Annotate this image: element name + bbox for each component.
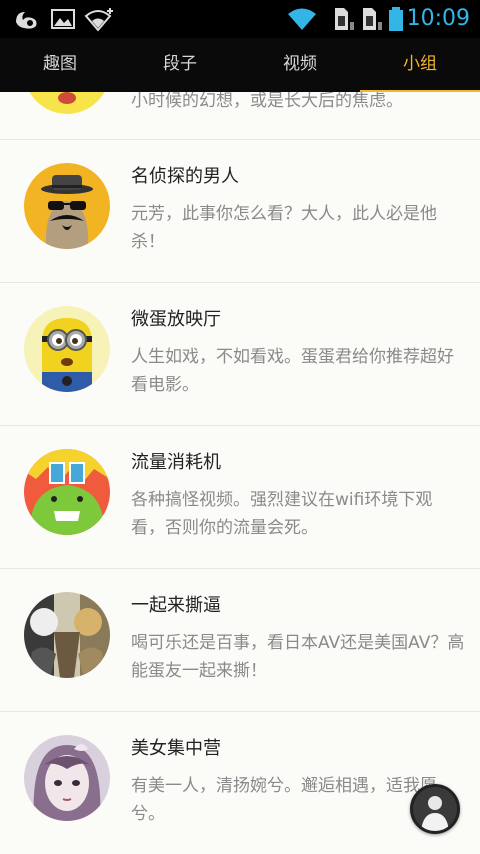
list-item[interactable]: 流量消耗机 各种搞怪视频。强烈建议在wifi环境下观看，否则你的流量会死。 — [0, 426, 480, 569]
group-title: 名侦探的男人 — [131, 166, 239, 187]
group-list: 小时候的幻想，或是长大后的焦虑。 名侦探的男人 元芳，此事你怎么看？大人，此人必… — [0, 92, 480, 854]
wifi-signal-icon — [288, 8, 316, 30]
group-title: 美女集中营 — [131, 738, 221, 759]
sim-2-icon — [363, 8, 382, 30]
group-desc: 小时候的幻想，或是长大后的焦虑。 — [131, 92, 403, 111]
group-title: 一起来撕逼 — [131, 595, 221, 616]
user-avatar-icon — [413, 787, 457, 831]
detective-mustache-avatar — [24, 163, 110, 249]
list-item[interactable]: 一起来撕逼 喝可乐还是百事，看日本AV还是美国AV？高能蛋友一起来撕！ — [0, 569, 480, 712]
group-desc: 人生如戏，不如看戏。蛋蛋君给你推荐超好看电影。 — [131, 347, 454, 395]
group-title: 流量消耗机 — [131, 452, 221, 473]
green-monster-avatar — [24, 449, 110, 535]
status-time: 10:09 — [406, 6, 470, 31]
group-title: 微蛋放映厅 — [131, 309, 221, 330]
floating-user-button[interactable] — [410, 784, 460, 834]
group-desc: 元芳，此事你怎么看？大人，此人必是他杀！ — [131, 204, 437, 252]
image-icon — [51, 9, 75, 29]
tab-duanzi[interactable]: 段子 — [120, 38, 240, 92]
anime-fight-avatar — [24, 592, 110, 678]
list-item[interactable]: 微蛋放映厅 人生如戏，不如看戏。蛋蛋君给你推荐超好看电影。 — [0, 283, 480, 426]
list-item[interactable]: 美女集中营 有美一人，清扬婉兮。邂逅相遇，适我愿兮。 — [0, 712, 480, 854]
tab-xiaozu[interactable]: 小组 — [360, 38, 480, 94]
minion-avatar — [24, 306, 110, 392]
yellow-face-avatar — [24, 92, 110, 114]
tab-qutu[interactable]: 趣图 — [0, 38, 120, 92]
wifi-plus-icon — [84, 8, 113, 32]
sim-1-icon — [335, 8, 354, 30]
anime-girl-avatar — [24, 735, 110, 821]
tab-bar: 趣图 段子 视频 小组 — [0, 38, 480, 94]
group-desc: 喝可乐还是百事，看日本AV还是美国AV？高能蛋友一起来撕！ — [131, 633, 465, 681]
list-item[interactable]: 名侦探的男人 元芳，此事你怎么看？大人，此人必是他杀！ — [0, 140, 480, 283]
tab-shipin[interactable]: 视频 — [240, 38, 360, 92]
list-item[interactable]: 小时候的幻想，或是长大后的焦虑。 — [0, 92, 480, 140]
uc-browser-icon — [16, 12, 37, 29]
battery-icon — [389, 7, 403, 31]
status-bar: 10:09 — [0, 0, 480, 38]
group-desc: 各种搞怪视频。强烈建议在wifi环境下观看，否则你的流量会死。 — [131, 490, 433, 538]
